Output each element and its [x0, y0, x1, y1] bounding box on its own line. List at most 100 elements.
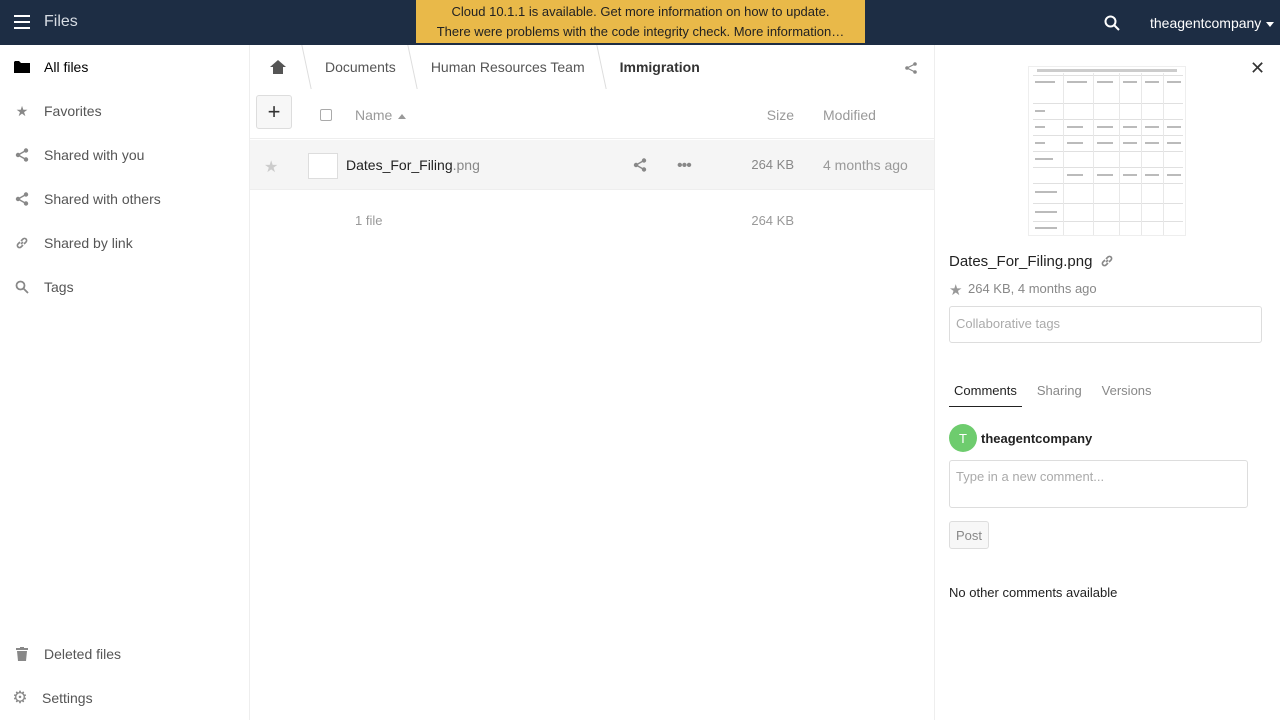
breadcrumb-documents[interactable]: Documents — [307, 45, 412, 89]
sidebar-item-label: Deleted files — [44, 646, 122, 662]
gear-icon: ⚙ — [12, 688, 28, 707]
sidebar-item-shared-with-others[interactable]: Shared with others — [0, 177, 250, 221]
preview-detail — [1167, 81, 1181, 83]
more-actions-icon[interactable]: ••• — [677, 157, 692, 175]
column-header-name[interactable]: Name — [355, 107, 407, 123]
sidebar-item-shared-by-link[interactable]: Shared by link — [0, 221, 250, 265]
favorite-star-icon[interactable]: ★ — [264, 157, 278, 177]
share-icon — [14, 191, 30, 207]
file-extension: .png — [452, 157, 480, 173]
preview-detail — [1033, 167, 1183, 168]
preview-detail — [1123, 174, 1137, 176]
file-modified: 4 months ago — [823, 157, 908, 173]
sidebar-item-label: Shared by link — [44, 235, 133, 251]
preview-detail — [1141, 73, 1142, 235]
preview-detail — [1033, 183, 1183, 184]
preview-detail — [1097, 174, 1113, 176]
search-icon — [14, 279, 30, 295]
preview-detail — [1035, 81, 1055, 83]
top-header: Files Cloud 10.1.1 is available. Get mor… — [0, 0, 1280, 45]
close-icon[interactable]: ✕ — [1250, 58, 1265, 79]
avatar: T — [949, 424, 977, 452]
sidebar-item-favorites[interactable]: ★ Favorites — [0, 89, 250, 133]
add-new-button[interactable]: + — [256, 95, 292, 129]
preview-detail — [1097, 126, 1113, 128]
plus-icon: + — [267, 99, 281, 124]
hamburger-menu-icon[interactable] — [14, 15, 30, 29]
breadcrumb-immigration[interactable]: Immigration — [602, 45, 716, 89]
preview-detail — [1093, 73, 1094, 235]
preview-detail — [1167, 142, 1181, 144]
preview-detail — [1033, 75, 1183, 76]
preview-detail — [1167, 174, 1181, 176]
file-thumbnail[interactable] — [308, 153, 338, 179]
preview-detail — [1123, 126, 1137, 128]
sidebar-item-label: Favorites — [44, 103, 102, 119]
preview-detail — [1067, 142, 1083, 144]
breadcrumb-home[interactable] — [250, 45, 306, 89]
preview-detail — [1145, 126, 1159, 128]
sidebar-item-label: All files — [44, 59, 89, 75]
tab-comments[interactable]: Comments — [949, 383, 1022, 407]
tab-sharing[interactable]: Sharing — [1032, 383, 1087, 407]
preview-detail — [1123, 81, 1137, 83]
preview-detail — [1035, 126, 1045, 128]
file-count-summary: 1 file — [355, 213, 383, 228]
preview-detail — [1033, 119, 1183, 120]
file-size: 264 KB — [751, 157, 794, 172]
preview-detail — [1067, 81, 1087, 83]
details-tabs: Comments Sharing Versions — [949, 383, 1167, 407]
link-icon — [14, 235, 30, 251]
permalink-icon[interactable] — [1100, 254, 1114, 271]
column-header-size[interactable]: Size — [694, 107, 794, 123]
user-menu[interactable]: theagentcompany — [1150, 15, 1275, 31]
sidebar-item-deleted-files[interactable]: Deleted files — [0, 632, 250, 676]
preview-detail — [1033, 103, 1183, 104]
breadcrumb-human-resources-team[interactable]: Human Resources Team — [413, 45, 601, 89]
folder-share-icon[interactable] — [904, 62, 920, 74]
collaborative-tags-input[interactable]: Collaborative tags — [949, 306, 1262, 343]
preview-detail — [1067, 174, 1083, 176]
app-name[interactable]: Files — [44, 13, 78, 31]
sidebar-item-all-files[interactable]: All files — [0, 45, 250, 89]
file-preview-image[interactable] — [1028, 66, 1186, 236]
preview-detail — [1123, 142, 1137, 144]
sidebar-item-settings[interactable]: ⚙ Settings — [0, 676, 250, 720]
preview-detail — [1037, 69, 1177, 72]
commenter: T theagentcompany — [949, 424, 1092, 452]
home-icon — [270, 60, 286, 74]
search-icon[interactable] — [1104, 15, 1120, 31]
preview-detail — [1035, 227, 1057, 229]
favorite-star-icon[interactable]: ★ — [949, 281, 962, 299]
column-header-modified[interactable]: Modified — [823, 107, 876, 123]
preview-detail — [1033, 135, 1183, 136]
preview-detail — [1097, 81, 1113, 83]
sidebar-item-tags[interactable]: Tags — [0, 265, 250, 309]
update-notice-link[interactable]: Cloud 10.1.1 is available. Get more info… — [416, 2, 865, 22]
file-name-link[interactable]: Dates_For_Filing.png — [346, 157, 480, 173]
breadcrumb: Documents Human Resources Team Immigrati… — [250, 45, 934, 89]
preview-detail — [1033, 203, 1183, 204]
preview-detail — [1167, 126, 1181, 128]
detail-file-meta: 264 KB, 4 months ago — [968, 281, 1097, 296]
star-icon: ★ — [15, 102, 29, 119]
preview-detail — [1145, 142, 1159, 144]
trash-icon — [14, 646, 30, 662]
user-name: theagentcompany — [1150, 15, 1262, 31]
sidebar-item-shared-with-you[interactable]: Shared with you — [0, 133, 250, 177]
caret-down-icon — [1266, 21, 1275, 27]
tab-versions[interactable]: Versions — [1097, 383, 1157, 407]
preview-detail — [1119, 73, 1120, 235]
post-comment-button[interactable]: Post — [949, 521, 989, 549]
select-all-checkbox[interactable] — [320, 109, 332, 121]
detail-file-name: Dates_For_Filing.png — [949, 253, 1093, 270]
comment-input[interactable]: Type in a new comment... — [949, 460, 1248, 508]
preview-detail — [1067, 126, 1083, 128]
folder-icon — [14, 59, 30, 75]
share-icon[interactable] — [633, 158, 649, 174]
preview-detail — [1145, 81, 1159, 83]
preview-detail — [1145, 174, 1159, 176]
commenter-name: theagentcompany — [981, 430, 1093, 446]
sort-ascending-icon — [398, 113, 407, 119]
integrity-notice-link[interactable]: There were problems with the code integr… — [416, 22, 865, 42]
